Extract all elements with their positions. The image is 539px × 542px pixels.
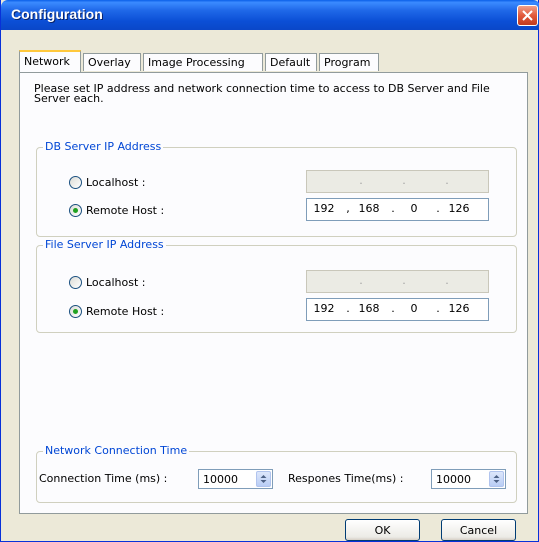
- ip-octet-4[interactable]: 126: [446, 302, 472, 315]
- network-time-group: Network Connection Time Connection Time …: [36, 444, 517, 503]
- ip-octet-2[interactable]: 168: [356, 302, 382, 315]
- response-time-label: Respones Time(ms) :: [288, 472, 404, 485]
- close-icon: [522, 10, 533, 21]
- file-localhost-label: Localhost :: [86, 276, 146, 289]
- ip-separator: .: [402, 174, 406, 187]
- close-button[interactable]: [517, 5, 538, 26]
- ok-button[interactable]: OK: [345, 519, 420, 541]
- ip-separator: .: [436, 302, 440, 315]
- radio-selected-dot: [73, 309, 78, 314]
- intro-text: Please set IP address and network connec…: [34, 82, 490, 105]
- file-localhost-radio[interactable]: [69, 276, 82, 289]
- ip-separator: .: [436, 202, 440, 215]
- ip-octet-1[interactable]: 192: [311, 202, 337, 215]
- db-remote-option[interactable]: Remote Host :: [69, 204, 164, 217]
- db-remote-radio[interactable]: [69, 204, 82, 217]
- file-remote-radio[interactable]: [69, 305, 82, 318]
- file-remote-label: Remote Host :: [86, 305, 165, 318]
- ip-separator: .: [391, 202, 395, 215]
- db-localhost-option[interactable]: Localhost :: [69, 176, 145, 189]
- db-localhost-radio[interactable]: [69, 176, 82, 189]
- ip-separator: .: [445, 274, 449, 287]
- tab-program[interactable]: Program: [319, 53, 379, 71]
- ip-octet-4[interactable]: 126: [446, 202, 472, 215]
- tab-default[interactable]: Default: [265, 53, 317, 71]
- tab-overlay-label: Overlay: [88, 56, 131, 69]
- cancel-button[interactable]: Cancel: [441, 519, 516, 541]
- ip-separator: .: [359, 174, 363, 187]
- ip-separator: .: [391, 302, 395, 315]
- ip-separator: .: [346, 302, 350, 315]
- spin-up-down-icon: [260, 475, 267, 483]
- tab-image-processing-label: Image Processing: [148, 56, 245, 69]
- db-localhost-ip-field: . . .: [306, 170, 489, 193]
- network-tab-panel: Please set IP address and network connec…: [19, 72, 528, 514]
- ip-octet-3[interactable]: 0: [401, 202, 427, 215]
- db-server-legend: DB Server IP Address: [43, 140, 164, 153]
- title-bar[interactable]: Configuration: [1, 0, 539, 30]
- ip-separator: ,: [346, 202, 350, 215]
- tab-network[interactable]: Network: [19, 50, 81, 72]
- ip-separator: .: [445, 174, 449, 187]
- db-remote-ip-field[interactable]: 192 , 168 . 0 . 126: [306, 198, 489, 221]
- file-localhost-option[interactable]: Localhost :: [69, 276, 145, 289]
- ip-separator: .: [402, 274, 406, 287]
- ip-octet-3[interactable]: 0: [401, 302, 427, 315]
- file-server-group: File Server IP Address Localhost : . . .…: [36, 238, 517, 333]
- tab-program-label: Program: [324, 56, 371, 69]
- connection-time-label: Connection Time (ms) :: [39, 472, 168, 485]
- response-time-spin-button[interactable]: [489, 471, 504, 487]
- file-server-legend: File Server IP Address: [43, 238, 166, 251]
- tab-overlay[interactable]: Overlay: [83, 53, 141, 71]
- db-server-group: DB Server IP Address Localhost : . . . R…: [36, 140, 517, 237]
- connection-time-spinbox[interactable]: 10000: [198, 469, 273, 489]
- window-title: Configuration: [11, 6, 103, 22]
- network-time-legend: Network Connection Time: [43, 444, 190, 457]
- tab-network-label: Network: [24, 55, 70, 68]
- response-time-value[interactable]: 10000: [436, 473, 471, 486]
- file-remote-ip-field[interactable]: 192 . 168 . 0 . 126: [306, 298, 489, 321]
- response-time-spinbox[interactable]: 10000: [431, 469, 506, 489]
- connection-time-spin-button[interactable]: [256, 471, 271, 487]
- spin-up-down-icon: [493, 475, 500, 483]
- ip-octet-2[interactable]: 168: [356, 202, 382, 215]
- ip-octet-1[interactable]: 192: [311, 302, 337, 315]
- tab-image-processing[interactable]: Image Processing: [143, 53, 263, 71]
- db-remote-label: Remote Host :: [86, 204, 165, 217]
- configuration-window: Configuration Network Overlay Image Proc…: [0, 0, 539, 542]
- tab-default-label: Default: [270, 56, 311, 69]
- file-remote-option[interactable]: Remote Host :: [69, 305, 164, 318]
- connection-time-value[interactable]: 10000: [203, 473, 238, 486]
- file-localhost-ip-field: . . .: [306, 270, 489, 293]
- radio-selected-dot: [73, 208, 78, 213]
- db-localhost-label: Localhost :: [86, 176, 146, 189]
- ip-separator: .: [359, 274, 363, 287]
